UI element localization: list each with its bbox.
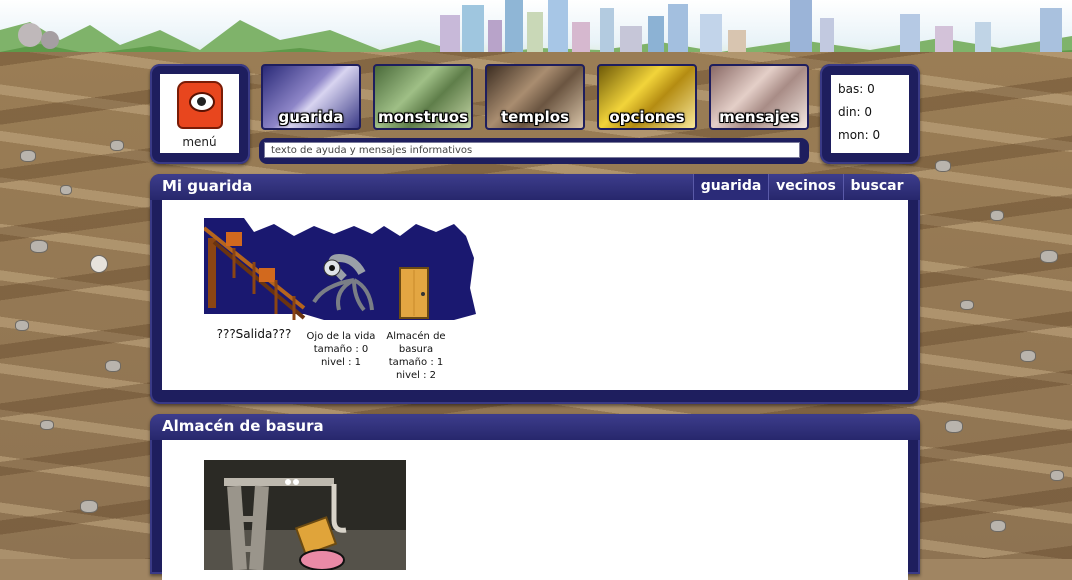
room-eye-of-life[interactable]: Ojo de la vida tamaño : 0 nivel : 1 — [300, 330, 382, 369]
resources-panel: bas: 0 din: 0 mon: 0 — [820, 64, 920, 164]
room-detail-header: Almacén de basura — [150, 414, 920, 440]
room-detail-panel: Almacén de basura — [150, 414, 920, 580]
rock — [105, 360, 121, 372]
menu-panel: menú — [150, 64, 250, 164]
rock — [60, 185, 72, 195]
rock — [80, 500, 98, 513]
nav-monstruos-label: monstruos — [377, 108, 469, 126]
stat-bas: bas: 0 — [838, 82, 875, 96]
rock — [15, 320, 29, 331]
room-trash-name: Almacén de — [386, 331, 446, 342]
nav-templos-label: templos — [500, 108, 570, 126]
room-eye-size: tamaño : 0 — [313, 344, 369, 355]
tab-buscar-label: buscar — [850, 178, 904, 194]
room-exit-name: ???Salida??? — [216, 327, 292, 341]
rock — [935, 160, 951, 172]
rock — [1050, 470, 1064, 481]
rock — [945, 420, 963, 433]
room-detail-body — [162, 440, 908, 580]
help-message: texto de ayuda y mensajes informativos — [264, 142, 800, 158]
rock — [40, 420, 54, 430]
rock — [960, 300, 974, 310]
room-eye-level: nivel : 1 — [320, 357, 362, 368]
tab-buscar[interactable]: buscar — [843, 174, 910, 200]
rock — [1040, 250, 1058, 263]
nav-mensajes-label: mensajes — [719, 108, 799, 126]
room-eye-name: Ojo de la vida — [306, 331, 376, 342]
monster-eye-icon — [177, 81, 223, 129]
nav-guarida[interactable]: guarida — [261, 64, 361, 130]
tab-guarida-label: guarida — [700, 178, 762, 194]
resources-list: bas: 0 din: 0 mon: 0 — [831, 75, 909, 153]
room-trash-name-2: basura — [398, 344, 434, 355]
tab-vecinos-label: vecinos — [776, 178, 836, 194]
nav-mensajes[interactable]: mensajes — [709, 64, 809, 130]
lair-panel-title: Mi guarida — [162, 177, 253, 195]
menu-label: menú — [182, 135, 217, 149]
lair-panel-header: Mi guarida guarida vecinos buscar — [150, 174, 920, 206]
room-trash-level: nivel : 2 — [395, 370, 437, 381]
help-bar: texto de ayuda y mensajes informativos — [259, 138, 809, 164]
rock — [90, 255, 108, 273]
room-detail-title: Almacén de basura — [162, 417, 324, 435]
stat-mon: mon: 0 — [838, 128, 881, 142]
rock — [110, 140, 124, 151]
nav-templos[interactable]: templos — [485, 64, 585, 130]
nav-guarida-label: guarida — [278, 108, 344, 126]
nav-monstruos[interactable]: monstruos — [373, 64, 473, 130]
room-trash-size: tamaño : 1 — [388, 357, 444, 368]
lair-rooms-map — [204, 218, 476, 320]
rock — [30, 240, 48, 253]
nav-opciones[interactable]: opciones — [597, 64, 697, 130]
tab-guarida[interactable]: guarida — [693, 174, 768, 206]
lair-panel-body: ???Salida??? Ojo de la vida tamaño : 0 n… — [162, 200, 908, 390]
rock — [990, 210, 1004, 221]
rock — [1020, 350, 1036, 362]
room-exit[interactable]: ???Salida??? — [214, 328, 294, 341]
trash-storage-illustration — [204, 460, 406, 570]
stat-din: din: 0 — [838, 105, 873, 119]
menu-button[interactable]: menú — [160, 74, 239, 153]
lair-panel: Mi guarida guarida vecinos buscar ???Sal… — [150, 174, 920, 404]
room-trash-storage[interactable]: Almacén de basura tamaño : 1 nivel : 2 — [382, 330, 450, 382]
rock — [990, 520, 1006, 532]
rock — [20, 150, 36, 162]
tab-vecinos[interactable]: vecinos — [768, 174, 843, 200]
nav-opciones-label: opciones — [609, 108, 685, 126]
trash-storage-door — [399, 267, 429, 319]
